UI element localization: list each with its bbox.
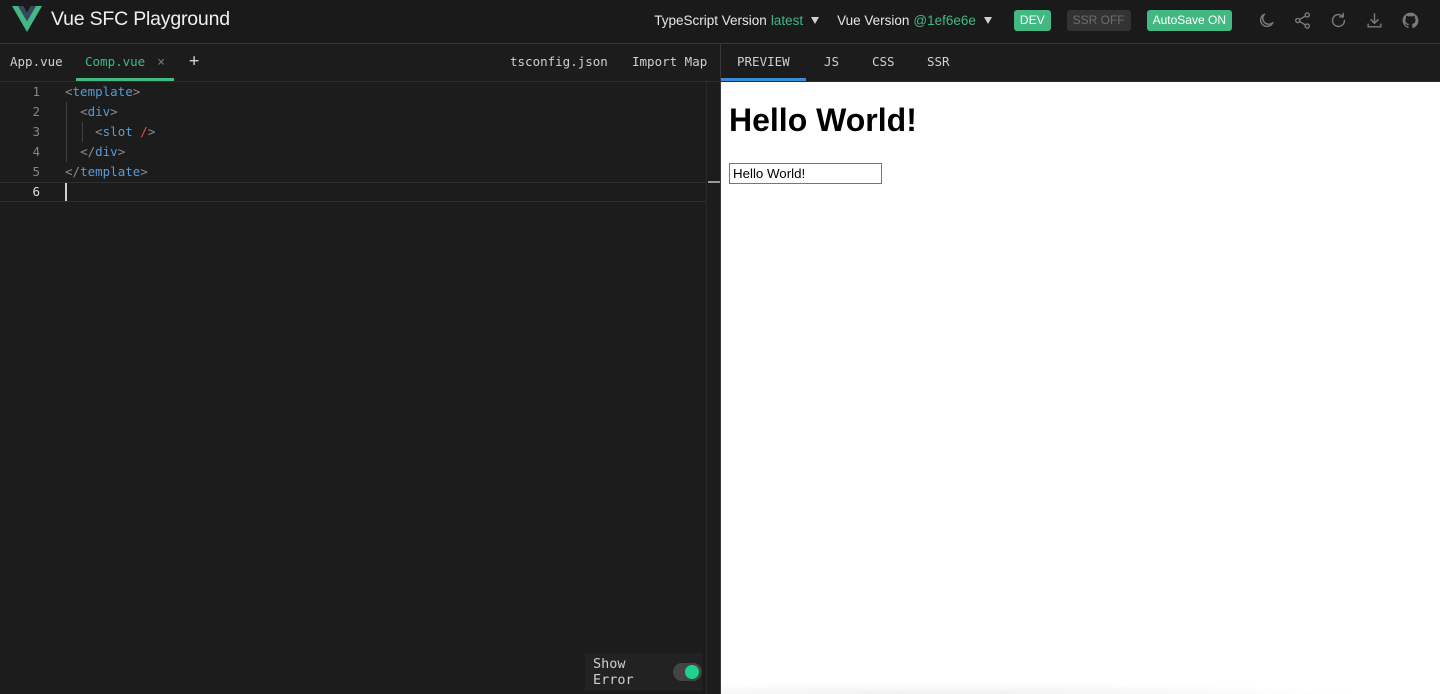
tab-ssr[interactable]: SSR: [927, 44, 950, 81]
cursor-position-mark: [708, 181, 720, 183]
code-editor[interactable]: 1 <template> 2 <div> 3 <slot /> 4 </div>…: [0, 82, 720, 694]
vue-version-label: Vue Version: [837, 12, 910, 28]
caret-down-icon: [983, 17, 992, 24]
line-number: 2: [32, 104, 40, 119]
code-line: 2 <div>: [0, 102, 706, 122]
preview-text-input[interactable]: [729, 163, 882, 184]
code-text: <div>: [80, 104, 118, 119]
text-cursor: [65, 183, 67, 201]
reload-icon[interactable]: [1328, 10, 1348, 30]
preview-heading: Hello World!: [729, 102, 917, 138]
overview-ruler: [706, 82, 720, 694]
line-number: 5: [32, 164, 40, 179]
code-text: </div>: [80, 144, 126, 159]
preview-bottom-shadow: [721, 680, 1440, 694]
add-file-button[interactable]: +: [189, 44, 199, 81]
code-line: 1 <template>: [0, 82, 706, 102]
vue-version-dropdown[interactable]: Vue Version @1ef6e6e: [837, 13, 992, 28]
tab-label: Comp.vue: [85, 54, 146, 69]
moon-icon[interactable]: [1256, 10, 1276, 30]
show-error-control: Show Error: [585, 653, 702, 691]
tsconfig-tab[interactable]: tsconfig.json: [510, 44, 608, 81]
vue-version-value: @1ef6e6e: [913, 12, 976, 28]
share-icon[interactable]: [1292, 10, 1312, 30]
code-text: </template>: [65, 164, 148, 179]
line-number: 3: [32, 124, 40, 139]
code-line: 4 </div>: [0, 142, 706, 162]
show-error-toggle[interactable]: [672, 663, 702, 681]
vue-logo-icon: [12, 6, 42, 32]
close-icon[interactable]: ×: [157, 55, 165, 70]
toggle-knob: [685, 665, 699, 679]
caret-down-icon: [811, 17, 820, 24]
typescript-version-value: latest: [770, 12, 804, 28]
typescript-version-dropdown[interactable]: TypeScript Version latest: [654, 12, 820, 28]
tab-js[interactable]: JS: [824, 44, 839, 81]
top-bar: Vue SFC Playground TypeScript Version la…: [0, 0, 1440, 44]
line-number: 6: [32, 184, 40, 199]
editor-pane: App.vue Comp.vue × + tsconfig.json Import…: [0, 44, 721, 694]
output-pane: PREVIEW JS CSS SSR Hello World!: [721, 44, 1440, 694]
tab-app-vue[interactable]: App.vue: [10, 44, 63, 81]
dev-toggle-button[interactable]: DEV: [1013, 9, 1051, 31]
code-line: 5 </template>: [0, 162, 706, 182]
line-number: 1: [32, 84, 40, 99]
typescript-version-label: TypeScript Version: [654, 12, 767, 28]
download-icon[interactable]: [1364, 10, 1384, 30]
output-tabs: PREVIEW JS CSS SSR: [721, 44, 1440, 82]
show-error-label: Show Error: [593, 656, 634, 688]
import-map-tab[interactable]: Import Map: [632, 44, 707, 81]
code-line: 3 <slot />: [0, 122, 706, 142]
tab-label: App.vue: [10, 54, 63, 69]
line-number: 4: [32, 144, 40, 159]
code-line-current: 6: [0, 182, 706, 202]
tab-comp-vue[interactable]: Comp.vue ×: [76, 44, 175, 81]
autosave-toggle-button[interactable]: AutoSave ON: [1146, 9, 1232, 31]
file-tabs: App.vue Comp.vue × + tsconfig.json Import…: [0, 44, 720, 82]
app-title: Vue SFC Playground: [51, 8, 230, 30]
preview-frame: Hello World!: [721, 82, 1440, 694]
code-text: <slot />: [95, 124, 156, 139]
tab-css[interactable]: CSS: [872, 44, 895, 81]
ssr-toggle-button[interactable]: SSR OFF: [1066, 9, 1131, 31]
tab-preview[interactable]: PREVIEW: [721, 44, 806, 81]
code-text: <template>: [65, 84, 141, 99]
github-icon[interactable]: [1400, 10, 1420, 30]
